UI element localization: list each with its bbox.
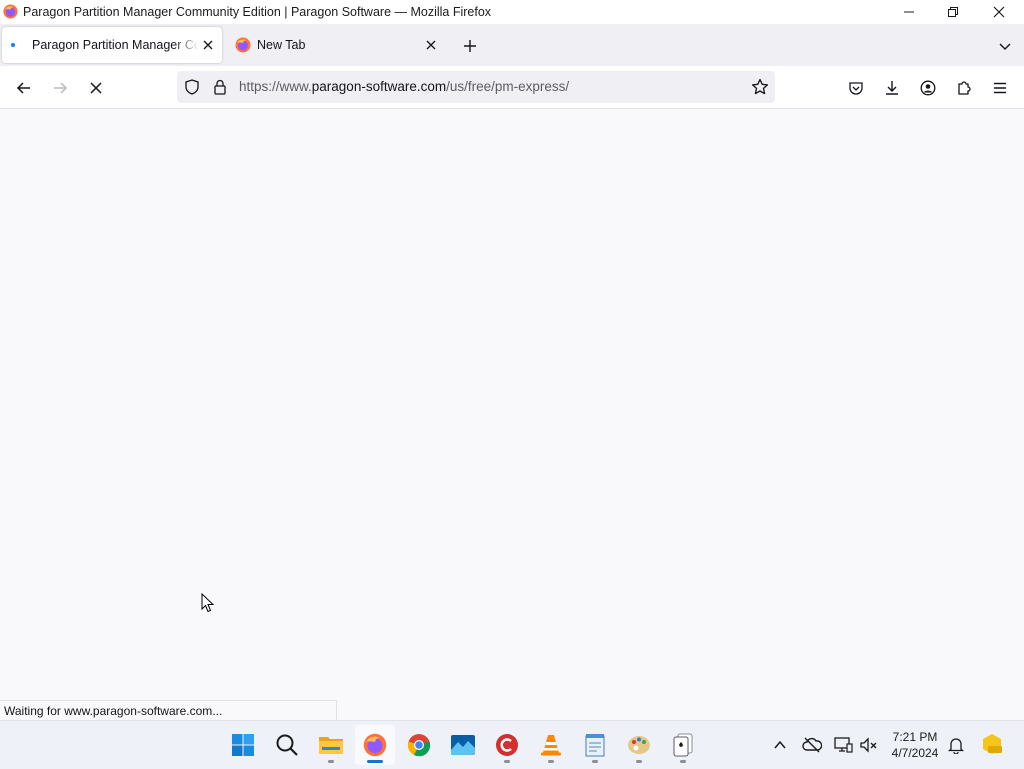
pocket-button[interactable] [843, 75, 869, 101]
pocket-icon [849, 82, 863, 95]
firefox-icon [235, 37, 251, 53]
running-indicator [367, 760, 383, 763]
window-title: Paragon Partition Manager Community Edit… [23, 5, 492, 19]
taskbar-ccleaner[interactable] [487, 725, 527, 765]
taskbar-paint[interactable] [619, 725, 659, 765]
running-indicator [548, 760, 554, 763]
taskbar-file-explorer[interactable] [311, 725, 351, 765]
firefox-icon [363, 733, 387, 757]
close-icon [203, 40, 213, 50]
url-text[interactable]: https://www.paragon-software.com/us/free… [239, 79, 569, 94]
plus-icon [464, 40, 476, 52]
photo-viewer-icon [451, 735, 475, 755]
account-button[interactable] [915, 75, 941, 101]
tracking-protection-shield-icon[interactable] [184, 79, 200, 95]
status-text: Waiting for www.paragon-software.com... [4, 704, 223, 718]
taskbar-search-button[interactable] [267, 725, 307, 765]
forward-arrow-icon [54, 82, 68, 94]
taskbar-notepad[interactable] [575, 725, 615, 765]
tab-strip: Paragon Partition Manager Community Edit… [0, 24, 1024, 66]
address-bar[interactable]: https://www.paragon-software.com/us/free… [177, 71, 775, 103]
loading-indicator-icon [11, 43, 15, 47]
notepad-icon [585, 734, 605, 757]
tab-label: Paragon Partition Manager Community Edit… [32, 38, 199, 52]
forward-button[interactable] [47, 75, 73, 101]
taskbar-vlc[interactable] [531, 725, 571, 765]
mouse-cursor-icon [201, 593, 215, 613]
close-window-button[interactable] [976, 0, 1022, 24]
back-button[interactable] [11, 75, 37, 101]
download-icon [886, 81, 898, 95]
chevron-down-icon [999, 43, 1011, 50]
tab-paragon[interactable]: Paragon Partition Manager Community Edit… [2, 27, 222, 63]
window-titlebar: Paragon Partition Manager Community Edit… [0, 0, 1024, 24]
paint-icon [628, 736, 650, 754]
minimize-icon [904, 11, 914, 13]
url-path: /us/free/pm-express/ [446, 79, 570, 94]
start-button[interactable] [223, 725, 263, 765]
bookmark-star-icon[interactable] [751, 78, 769, 96]
running-indicator [680, 760, 686, 763]
url-prefix: https://www. [239, 79, 312, 94]
show-hidden-icons-button[interactable] [770, 735, 790, 755]
restore-button[interactable] [930, 0, 976, 24]
notifications-button[interactable] [946, 735, 966, 755]
taskbar-photo-viewer[interactable] [443, 725, 483, 765]
widgets-pre-icon [983, 734, 1002, 754]
volume-muted-icon [860, 737, 877, 753]
list-all-tabs-button[interactable] [994, 35, 1016, 57]
new-tab-button[interactable] [459, 35, 481, 57]
running-indicator [636, 760, 642, 763]
clock-time: 7:21 PM [892, 730, 938, 744]
solitaire-icon [673, 733, 693, 757]
application-menu-button[interactable] [987, 75, 1013, 101]
tab-close-button[interactable] [423, 37, 439, 53]
tab-close-button[interactable] [200, 37, 216, 53]
puzzle-piece-icon [958, 81, 971, 95]
cloud-offline-icon [802, 737, 822, 753]
file-explorer-icon [319, 737, 343, 754]
taskbar-clock[interactable]: 7:21 PM 4/7/2024 [885, 729, 945, 761]
ccleaner-icon [496, 734, 518, 756]
chrome-icon [407, 734, 431, 757]
start-icon [232, 734, 254, 756]
firefox-icon [3, 4, 18, 19]
running-indicator [504, 760, 510, 763]
chevron-up-icon [774, 740, 786, 749]
running-indicator [328, 760, 334, 763]
tab-label: New Tab [257, 38, 306, 52]
network-icon [834, 737, 853, 753]
close-icon [426, 40, 436, 50]
extensions-button[interactable] [951, 75, 977, 101]
url-host: paragon-software.com [311, 79, 447, 94]
page-content-area[interactable] [0, 109, 1024, 720]
status-panel: Waiting for www.paragon-software.com... [0, 700, 337, 721]
bell-icon [948, 738, 964, 754]
network-tray-button[interactable] [833, 735, 853, 755]
clock-date: 4/7/2024 [891, 746, 939, 760]
search-icon [276, 734, 298, 756]
minimize-button[interactable] [886, 0, 932, 24]
hamburger-menu-icon [994, 82, 1006, 94]
vlc-icon [541, 735, 561, 756]
back-arrow-icon [16, 82, 30, 94]
restore-icon [948, 7, 958, 17]
onedrive-tray-button[interactable] [802, 735, 822, 755]
tab-new-tab[interactable]: New Tab [227, 27, 445, 63]
taskbar-chrome[interactable] [399, 725, 439, 765]
running-indicator [592, 760, 598, 763]
stop-icon [90, 82, 102, 94]
lock-icon[interactable] [213, 79, 227, 95]
downloads-button[interactable] [879, 75, 905, 101]
close-icon [993, 6, 1005, 18]
volume-tray-button[interactable] [859, 735, 879, 755]
taskbar-firefox[interactable] [355, 725, 395, 765]
windows-taskbar: 7:21 PM 4/7/2024 [0, 720, 1024, 769]
widgets-button[interactable] [980, 732, 1004, 756]
stop-loading-button[interactable] [83, 75, 109, 101]
account-icon [920, 80, 936, 96]
navigation-toolbar: https://www.paragon-software.com/us/free… [0, 66, 1024, 109]
taskbar-solitaire[interactable] [663, 725, 703, 765]
